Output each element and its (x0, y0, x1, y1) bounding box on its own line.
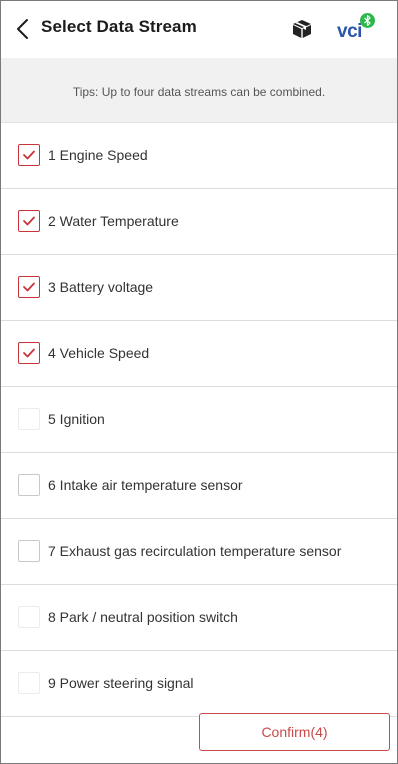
data-stream-label: 4 Vehicle Speed (48, 345, 150, 361)
data-stream-item[interactable]: 3 Battery voltage (1, 255, 397, 321)
checkmark-icon (23, 282, 35, 292)
checkmark-icon (23, 348, 35, 358)
data-stream-label: 2 Water Temperature (48, 213, 179, 229)
checkbox[interactable] (18, 606, 40, 628)
data-stream-item[interactable]: 4 Vehicle Speed (1, 321, 397, 387)
checkbox[interactable] (18, 672, 40, 694)
data-stream-label: 1 Engine Speed (48, 147, 148, 163)
box-icon[interactable] (290, 17, 314, 41)
data-stream-item[interactable]: 9 Power steering signal (1, 651, 397, 717)
app-header: Select Data Stream vci (1, 1, 397, 57)
vci-connection-button[interactable]: vci (335, 13, 379, 45)
tips-text: Tips: Up to four data streams can be com… (72, 85, 326, 99)
data-stream-label: 7 Exhaust gas recirculation temperature … (48, 543, 342, 559)
data-stream-item[interactable]: 2 Water Temperature (1, 189, 397, 255)
data-stream-label: 9 Power steering signal (48, 675, 194, 691)
data-stream-item[interactable]: 8 Park / neutral position switch (1, 585, 397, 651)
data-stream-item[interactable]: 7 Exhaust gas recirculation temperature … (1, 519, 397, 585)
data-stream-label: 5 Ignition (48, 411, 105, 427)
back-icon[interactable] (11, 16, 35, 42)
data-stream-item[interactable]: 1 Engine Speed (1, 123, 397, 189)
checkmark-icon (23, 150, 35, 160)
checkbox[interactable] (18, 342, 40, 364)
confirm-button[interactable]: Confirm(4) (199, 713, 390, 751)
checkbox[interactable] (18, 276, 40, 298)
checkmark-icon (23, 216, 35, 226)
data-stream-label: 8 Park / neutral position switch (48, 609, 238, 625)
checkbox[interactable] (18, 408, 40, 430)
page-title: Select Data Stream (41, 17, 197, 36)
data-stream-item[interactable]: 6 Intake air temperature sensor (1, 453, 397, 519)
data-stream-list: 1 Engine Speed 2 Water Temperature 3 Batte… (1, 123, 397, 717)
checkbox[interactable] (18, 210, 40, 232)
data-stream-label: 6 Intake air temperature sensor (48, 477, 243, 493)
data-stream-item[interactable]: 5 Ignition (1, 387, 397, 453)
tips-banner: Tips: Up to four data streams can be com… (1, 58, 397, 123)
bluetooth-icon (360, 13, 375, 28)
checkbox[interactable] (18, 540, 40, 562)
checkbox[interactable] (18, 474, 40, 496)
checkbox[interactable] (18, 144, 40, 166)
data-stream-label: 3 Battery voltage (48, 279, 154, 295)
vci-label: vci (337, 21, 362, 42)
